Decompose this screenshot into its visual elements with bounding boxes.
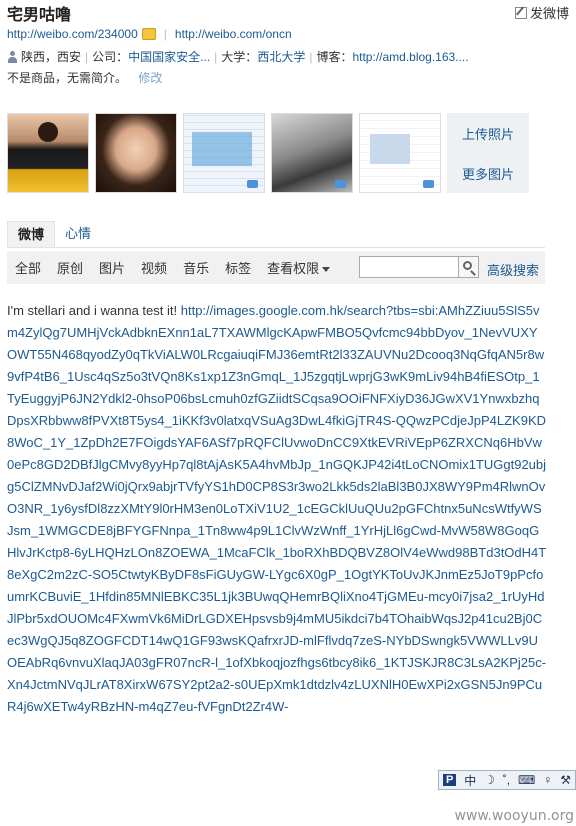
profile-info: 陕西，西安 | 公司： 中国国家安全... | 大学： 西北大学 | 博客： h… xyxy=(7,48,469,65)
ime-chinese-toggle[interactable]: 中 xyxy=(464,772,476,789)
advanced-search-link[interactable]: 高级搜索 xyxy=(487,260,539,279)
divider: | xyxy=(309,49,313,64)
vip-badge-icon xyxy=(141,28,156,40)
photo-thumbnail[interactable] xyxy=(95,113,177,193)
comment-icon xyxy=(423,180,434,188)
profile-urls: http://weibo.com/234000 | http://weibo.c… xyxy=(7,27,292,41)
profile-bio: 不是商品，无需简介。 修改 xyxy=(7,69,162,86)
tab-mood[interactable]: 心情 xyxy=(55,221,101,247)
divider: | xyxy=(214,49,218,64)
photo-strip: 上传照片 更多图片 xyxy=(7,113,529,193)
university-link[interactable]: 西北大学 xyxy=(257,48,305,65)
ime-logo-icon[interactable]: P xyxy=(442,774,457,786)
university-label: 大学： xyxy=(221,50,258,64)
feed-tabs: 微博 心情 xyxy=(7,221,545,248)
blog-label: 博客： xyxy=(316,50,353,64)
divider: | xyxy=(163,27,167,41)
ime-toolbar: P 中 ☽ ˚, ⌨ ♀ ⚒ xyxy=(438,770,576,790)
ime-skin-icon[interactable]: ♀ xyxy=(543,773,552,787)
edit-bio-link[interactable]: 修改 xyxy=(138,71,162,85)
post-content: I'm stellari and i wanna test it! http:/… xyxy=(7,300,547,718)
filter-video[interactable]: 视频 xyxy=(141,258,167,277)
permission-dropdown[interactable]: 查看权限 xyxy=(267,258,331,277)
photo-actions: 上传照片 更多图片 xyxy=(447,113,529,193)
location: 陕西，西安 xyxy=(21,50,82,64)
search-icon xyxy=(463,261,472,270)
profile-alias-link[interactable]: http://weibo.com/oncn xyxy=(175,27,292,41)
permission-label: 查看权限 xyxy=(267,261,320,276)
filter-tags[interactable]: 标签 xyxy=(225,258,251,277)
upload-photo-link[interactable]: 上传照片 xyxy=(462,124,514,143)
filter-original[interactable]: 原创 xyxy=(57,258,83,277)
post-weibo-label: 发微博 xyxy=(529,6,569,21)
profile-name: 宅男咕噜 xyxy=(7,5,72,24)
post-text: I'm stellari and i wanna test it! xyxy=(7,303,181,318)
tab-weibo[interactable]: 微博 xyxy=(7,221,56,247)
comment-icon xyxy=(335,180,346,188)
ime-halfwidth-icon[interactable]: ☽ xyxy=(484,773,495,787)
profile-url-link[interactable]: http://weibo.com/234000 xyxy=(7,27,138,41)
ime-punctuation-icon[interactable]: ˚, xyxy=(503,773,510,787)
photo-thumbnail[interactable] xyxy=(7,113,89,193)
chevron-down-icon xyxy=(322,267,331,273)
blog-link[interactable]: http://amd.blog.163.... xyxy=(352,50,468,64)
photo-thumbnail[interactable] xyxy=(271,113,353,193)
ime-tools-icon[interactable]: ⚒ xyxy=(560,773,571,787)
company-label: 公司： xyxy=(92,50,129,64)
filter-music[interactable]: 音乐 xyxy=(183,258,209,277)
comment-icon xyxy=(247,180,258,188)
watermark: www.wooyun.org xyxy=(454,808,574,824)
photo-thumbnail[interactable] xyxy=(183,113,265,193)
more-photos-link[interactable]: 更多图片 xyxy=(462,164,514,183)
bio-text: 不是商品，无需简介。 xyxy=(7,71,128,85)
ime-keyboard-icon[interactable]: ⌨ xyxy=(518,773,535,787)
divider: | xyxy=(85,49,89,64)
person-icon xyxy=(7,50,18,63)
post-weibo-button[interactable]: 发微博 xyxy=(514,3,569,22)
profile-header: 宅男咕噜 发微博 xyxy=(7,0,569,24)
filter-all[interactable]: 全部 xyxy=(15,258,41,277)
pencil-icon xyxy=(514,6,527,19)
company-link[interactable]: 中国国家安全... xyxy=(128,48,210,65)
filter-bar: 全部 原创 图片 视频 音乐 标签 查看权限 高级搜索 xyxy=(7,251,545,284)
feed-search-input[interactable] xyxy=(359,256,459,278)
post-link[interactable]: http://images.google.com.hk/search?tbs=s… xyxy=(7,303,546,714)
photo-thumbnail[interactable] xyxy=(359,113,441,193)
filter-images[interactable]: 图片 xyxy=(99,258,125,277)
search-button[interactable] xyxy=(459,256,479,278)
